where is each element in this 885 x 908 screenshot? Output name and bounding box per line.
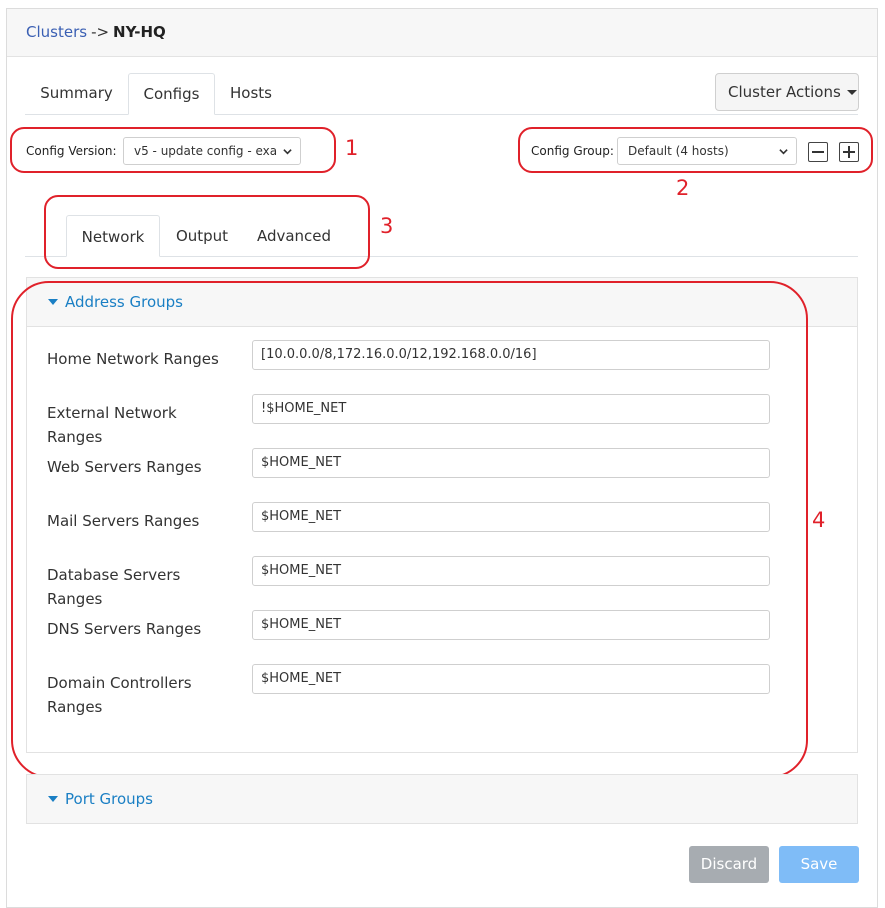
cluster-actions-label: Cluster Actions [728, 83, 841, 101]
port-groups-title: Port Groups [65, 790, 153, 808]
tab-summary[interactable]: Summary [26, 73, 127, 114]
annotation-number-1: 1 [345, 136, 359, 160]
card-header: Clusters -> NY-HQ [7, 9, 877, 57]
annotation-box-2 [518, 127, 873, 173]
port-groups-panel: Port Groups [26, 774, 858, 824]
tab-hosts[interactable]: Hosts [216, 73, 286, 114]
annotation-number-4: 4 [812, 508, 826, 532]
cluster-actions-button[interactable]: Cluster Actions [715, 73, 859, 111]
caret-down-icon [48, 796, 58, 802]
annotation-number-2: 2 [676, 176, 690, 200]
breadcrumb-separator: -> [91, 23, 110, 41]
caret-down-icon [846, 90, 857, 95]
port-groups-header[interactable]: Port Groups [27, 775, 857, 823]
breadcrumb-current: NY-HQ [113, 23, 166, 41]
annotation-number-3: 3 [380, 214, 394, 238]
breadcrumb-clusters-link[interactable]: Clusters [26, 23, 87, 41]
annotation-box-4 [11, 281, 808, 778]
save-button[interactable]: Save [779, 846, 859, 883]
annotation-box-1 [10, 127, 336, 173]
discard-button[interactable]: Discard [689, 846, 769, 883]
annotation-box-3 [44, 195, 370, 269]
tab-configs[interactable]: Configs [128, 73, 215, 115]
breadcrumb: Clusters -> NY-HQ [26, 23, 166, 41]
